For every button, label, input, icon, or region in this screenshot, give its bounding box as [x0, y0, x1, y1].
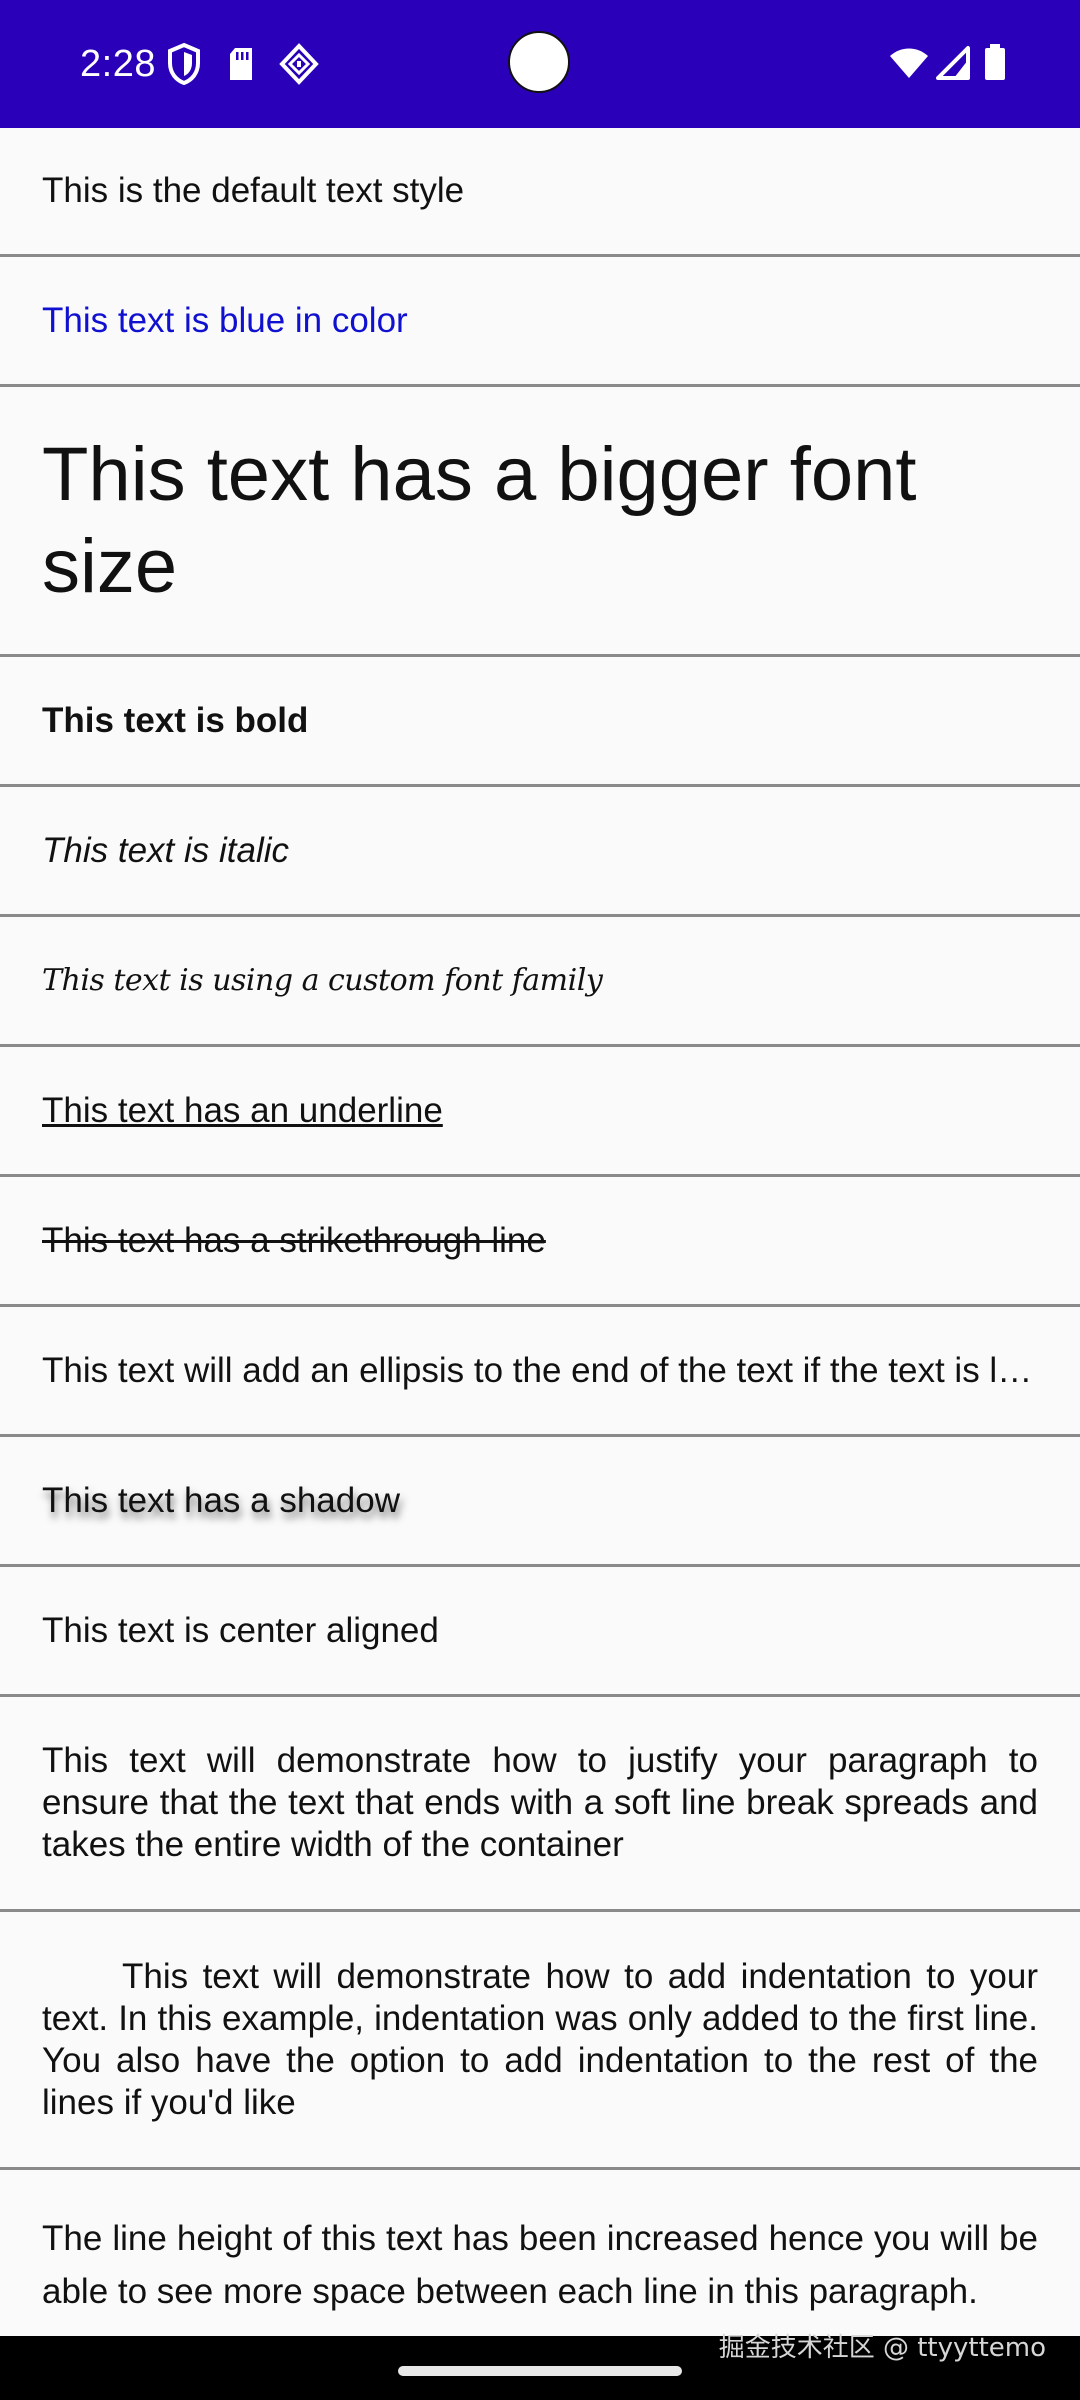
ellipsis-text: This text will add an ellipsis to the en…	[42, 1350, 1038, 1390]
italic-text: This text is italic	[42, 830, 289, 870]
shield-icon	[168, 42, 200, 86]
shadow-text: This text has a shadow	[42, 1480, 400, 1520]
list-item-underline: This text has an underline	[0, 1047, 1080, 1177]
camera-cutout	[508, 31, 570, 93]
status-bar: 2:28	[0, 0, 1080, 128]
list-item-italic: This text is italic	[0, 787, 1080, 917]
big-font-text: This text has a bigger font size	[42, 431, 917, 609]
default-text: This is the default text style	[42, 171, 465, 210]
list-item-indent: This text will demonstrate how to add in…	[0, 1912, 1080, 2170]
list-item-custom-font: This text is using a custom font family	[0, 917, 1080, 1047]
line-height-text: The line height of this text has been in…	[42, 2219, 1038, 2311]
battery-icon	[985, 44, 1005, 80]
status-time: 2:28	[80, 43, 156, 85]
list-item-strikethrough: This text has a strikethrough line	[0, 1177, 1080, 1307]
justify-text: This text will demonstrate how to justif…	[42, 1741, 1038, 1864]
list-item-bold: This text is bold	[0, 657, 1080, 787]
custom-font-text: This text is using a custom font family	[42, 962, 603, 998]
watermark: 掘金技术社区 @ ttyyttemo	[718, 2333, 1046, 2363]
list-item-big-font: This text has a bigger font size	[0, 387, 1080, 657]
diamond-icon	[279, 43, 319, 85]
wifi-icon	[890, 48, 928, 78]
center-text: This text is center aligned	[42, 1610, 439, 1650]
list-item-default: This is the default text style	[0, 128, 1080, 257]
indent-text: This text will demonstrate how to add in…	[42, 1956, 1038, 2122]
sd-card-icon	[230, 48, 252, 80]
list-item-ellipsis: This text will add an ellipsis to the en…	[0, 1307, 1080, 1437]
text-style-list: This is the default text style This text…	[0, 128, 1080, 2370]
list-item-shadow: This text has a shadow	[0, 1437, 1080, 1567]
list-item-justify: This text will demonstrate how to justif…	[0, 1697, 1080, 1912]
home-gesture-handle[interactable]	[398, 2366, 682, 2376]
strikethrough-text: This text has a strikethrough line	[42, 1220, 546, 1260]
signal-icon	[936, 46, 970, 80]
underline-text: This text has an underline	[42, 1090, 443, 1130]
bold-text: This text is bold	[42, 700, 309, 740]
list-item-blue: This text is blue in color	[0, 257, 1080, 387]
list-item-center: This text is center aligned	[0, 1567, 1080, 1697]
blue-text: This text is blue in color	[42, 300, 408, 340]
